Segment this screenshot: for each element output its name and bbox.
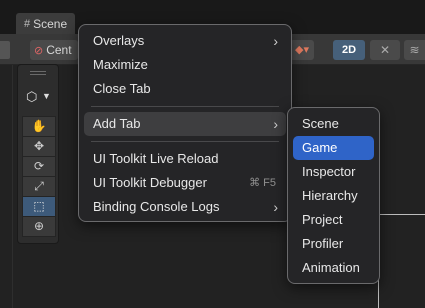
audio-toggle[interactable]: ≋ — [404, 40, 425, 60]
submenu-item-scene[interactable]: Scene — [293, 112, 374, 136]
scale-icon: ⤢ — [34, 179, 44, 193]
menu-item-label: Maximize — [93, 57, 148, 72]
submenu-item-profiler[interactable]: Profiler — [293, 232, 374, 256]
grid-line-horizontal — [378, 214, 425, 215]
draw-mode-icon: ◆▾ — [295, 44, 309, 56]
scale-tool-button[interactable]: ⤢ — [22, 176, 56, 197]
chevron-right-icon: › — [273, 199, 278, 215]
menu-item-label: UI Toolkit Debugger — [93, 175, 207, 190]
toolbar-left-handle[interactable] — [0, 41, 10, 59]
transform-icon: ⊕ — [33, 219, 45, 233]
tab-scene-label: Scene — [33, 16, 68, 31]
chevron-down-icon[interactable]: ▼ — [42, 91, 51, 101]
chevron-right-icon: › — [273, 116, 278, 132]
rect-tool-button[interactable]: ⬚ — [22, 196, 56, 217]
submenu-item-inspector[interactable]: Inspector — [293, 160, 374, 184]
pivot-icon: ⊘ — [34, 44, 44, 57]
tab-scene[interactable]: # Scene — [16, 13, 76, 34]
submenu-item-animation[interactable]: Animation — [293, 256, 374, 280]
menu-item-label: UI Toolkit Live Reload — [93, 151, 219, 166]
menu-item-label: Add Tab — [93, 116, 141, 131]
move-tool-button[interactable]: ✥ — [22, 136, 56, 157]
lighting-off-icon: ✕ — [379, 43, 391, 57]
submenu-item-project[interactable]: Project — [293, 208, 374, 232]
menu-item-add-tab[interactable]: Add Tab › — [84, 112, 286, 136]
mode-2d-toggle[interactable]: 2D — [333, 40, 365, 60]
chevron-right-icon: › — [273, 33, 278, 49]
layers-icon: ≋ — [409, 43, 420, 57]
rotate-tool-button[interactable]: ⟳ — [22, 156, 56, 177]
submenu-item-label: Profiler — [302, 236, 344, 251]
menu-separator — [91, 141, 279, 142]
hand-icon: ✋ — [31, 119, 47, 133]
tab-context-menu: Overlays › Maximize Close Tab Add Tab › … — [78, 24, 292, 222]
menu-item-maximize[interactable]: Maximize — [84, 53, 286, 77]
menu-item-label: Close Tab — [93, 81, 151, 96]
tools-overlay: ⬡ ▼ ✋ ✥ ⟳ ⤢ ⬚ ⊕ — [17, 64, 59, 244]
menu-item-label: Binding Console Logs — [93, 199, 220, 214]
submenu-item-label: Scene — [302, 116, 339, 131]
viewport-border — [12, 65, 13, 308]
grid-icon: # — [24, 17, 31, 30]
menu-item-overlays[interactable]: Overlays › — [84, 29, 286, 53]
rotate-icon: ⟳ — [33, 159, 45, 173]
shortcut-label: ⌘ F5 — [249, 177, 276, 189]
submenu-item-label: Game — [302, 140, 338, 155]
menu-item-binding-console-logs[interactable]: Binding Console Logs › — [84, 195, 286, 219]
move-icon: ✥ — [33, 139, 45, 153]
submenu-item-label: Animation — [302, 260, 360, 275]
submenu-item-game[interactable]: Game — [293, 136, 374, 160]
rect-icon: ⬚ — [33, 199, 45, 213]
menu-item-ui-toolkit-debugger[interactable]: UI Toolkit Debugger ⌘ F5 — [84, 171, 286, 195]
transform-tool-button[interactable]: ⊕ — [22, 216, 56, 237]
menu-item-ui-toolkit-live-reload[interactable]: UI Toolkit Live Reload — [84, 147, 286, 171]
pivot-dropdown[interactable]: ⊘ Cent — [30, 40, 78, 60]
menu-item-label: Overlays — [93, 33, 145, 48]
menu-item-close-tab[interactable]: Close Tab — [84, 77, 286, 101]
pivot-label: Cent — [46, 43, 72, 57]
drag-handle[interactable] — [30, 71, 46, 75]
submenu-item-label: Inspector — [302, 164, 356, 179]
submenu-item-label: Project — [302, 212, 343, 227]
draw-mode-dropdown[interactable]: ◆▾ — [290, 40, 314, 60]
submenu-item-label: Hierarchy — [302, 188, 358, 203]
cube-icon[interactable]: ⬡ — [26, 89, 37, 105]
submenu-item-hierarchy[interactable]: Hierarchy — [293, 184, 374, 208]
menu-separator — [91, 106, 279, 107]
add-tab-submenu: Scene Game Inspector Hierarchy Project P… — [287, 107, 380, 284]
hand-tool-button[interactable]: ✋ — [22, 116, 56, 137]
lighting-toggle[interactable]: ✕ — [370, 40, 400, 60]
